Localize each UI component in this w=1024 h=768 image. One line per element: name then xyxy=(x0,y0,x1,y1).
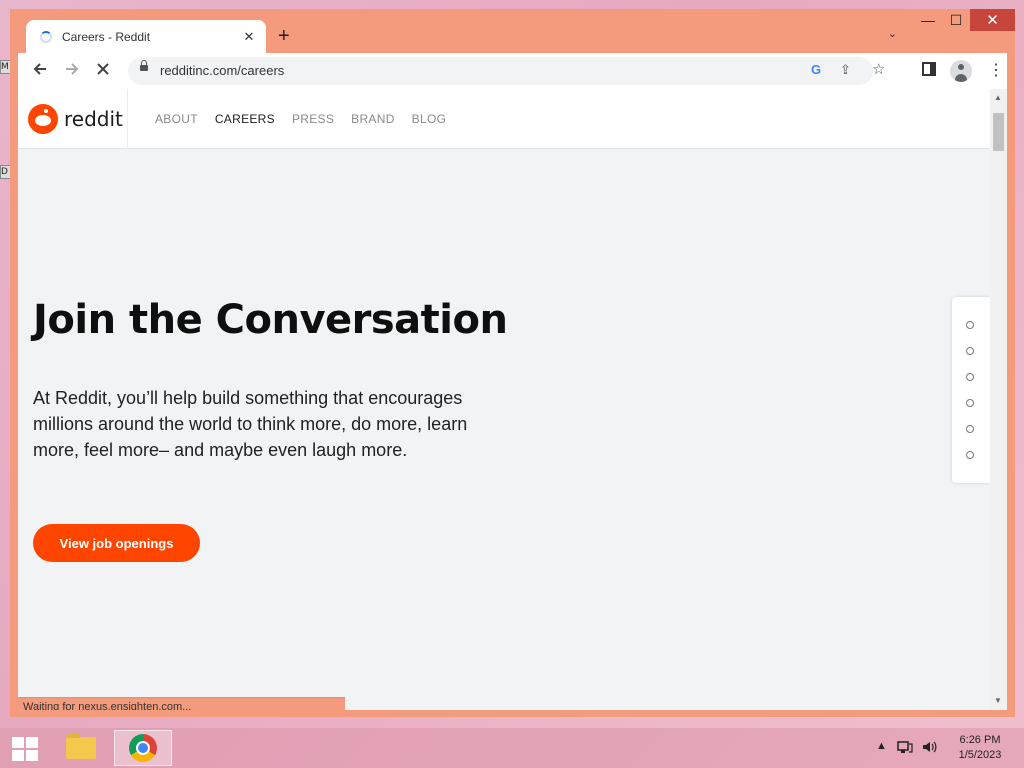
hero-description: At Reddit, you’ll help build something t… xyxy=(33,388,468,460)
new-tab-button[interactable]: + xyxy=(278,26,290,46)
site-nav: ABOUT CAREERS PRESS BRAND BLOG xyxy=(155,112,446,126)
page-scrollbar[interactable]: ▲ ▼ xyxy=(990,89,1007,710)
site-header: reddit ABOUT CAREERS PRESS BRAND BLOG xyxy=(18,89,990,149)
nav-brand[interactable]: BRAND xyxy=(351,112,395,126)
nav-careers[interactable]: CAREERS xyxy=(215,112,275,126)
slide-dot[interactable] xyxy=(966,321,974,329)
chrome-icon xyxy=(129,734,157,762)
windows-logo-icon xyxy=(26,750,38,761)
share-icon[interactable]: ⇪ xyxy=(840,62,851,78)
tab-close-icon[interactable]: ✕ xyxy=(238,29,260,45)
snoo-logo-icon xyxy=(28,104,58,134)
browser-window: — ☐ ✕ Careers - Reddit ✕ + ⌄ redditinc.c… xyxy=(10,9,1015,717)
scrollbar-thumb[interactable] xyxy=(993,113,1004,151)
browser-toolbar: redditinc.com/careers G ⇪ ☆ ⋮ xyxy=(18,53,1007,89)
folder-icon xyxy=(66,733,96,759)
lock-icon[interactable] xyxy=(140,60,148,71)
hero-title: Join the Conversation xyxy=(33,297,508,343)
stop-loading-button[interactable] xyxy=(96,61,110,81)
close-icon xyxy=(97,63,109,75)
file-explorer-taskbar-button[interactable] xyxy=(52,730,110,766)
url-text[interactable]: redditinc.com/careers xyxy=(160,63,284,78)
system-clock[interactable]: 6:26 PM 1/5/2023 xyxy=(945,733,1015,763)
scroll-down-arrow-icon[interactable]: ▼ xyxy=(994,696,1002,705)
header-divider xyxy=(127,89,128,148)
slide-dot[interactable] xyxy=(966,399,974,407)
nav-blog[interactable]: BLOG xyxy=(412,112,447,126)
view-job-openings-button[interactable]: View job openings xyxy=(33,524,200,562)
forward-button[interactable] xyxy=(64,61,80,82)
arrow-right-icon xyxy=(66,63,79,75)
clock-date: 1/5/2023 xyxy=(958,749,1002,761)
more-menu-icon[interactable]: ⋮ xyxy=(988,60,1004,80)
page-viewport: reddit ABOUT CAREERS PRESS BRAND BLOG Jo… xyxy=(18,89,1007,710)
volume-icon[interactable] xyxy=(921,740,937,757)
side-panel-icon[interactable] xyxy=(922,62,936,79)
address-bar[interactable]: redditinc.com/careers G ⇪ ☆ xyxy=(128,57,885,85)
arrow-left-icon xyxy=(33,63,46,75)
windows-logo-icon xyxy=(26,737,38,748)
window-controls: — ☐ ✕ xyxy=(914,9,1015,33)
google-translate-icon[interactable]: G xyxy=(811,62,821,77)
status-bar: Waiting for nexus.ensighten.com... xyxy=(18,697,345,710)
bookmark-star-icon[interactable]: ☆ xyxy=(872,60,885,78)
clock-time: 6:26 PM xyxy=(959,734,1001,746)
nav-about[interactable]: ABOUT xyxy=(155,112,198,126)
taskbar: ▲ 6:26 PM 1/5/2023 xyxy=(0,728,1024,768)
slide-dot[interactable] xyxy=(966,451,974,459)
slide-navigation xyxy=(952,297,990,483)
close-window-button[interactable]: ✕ xyxy=(970,9,1015,31)
nav-press[interactable]: PRESS xyxy=(292,112,334,126)
slide-dot[interactable] xyxy=(966,373,974,381)
slide-dot[interactable] xyxy=(966,425,974,433)
maximize-button[interactable]: ☐ xyxy=(942,9,970,31)
minimize-button[interactable]: — xyxy=(914,9,942,31)
windows-logo-icon xyxy=(12,737,24,748)
tab-search-button[interactable]: ⌄ xyxy=(888,27,897,40)
tab-careers[interactable]: Careers - Reddit ✕ xyxy=(26,20,266,54)
slide-dot[interactable] xyxy=(966,347,974,355)
loading-spinner-icon xyxy=(40,31,52,43)
tab-title: Careers - Reddit xyxy=(62,30,151,44)
chrome-taskbar-button[interactable] xyxy=(114,730,172,766)
network-icon[interactable] xyxy=(897,740,913,757)
profile-avatar-icon[interactable] xyxy=(950,60,972,82)
start-button[interactable] xyxy=(12,737,38,761)
reddit-logo[interactable]: reddit xyxy=(28,104,123,134)
windows-logo-icon xyxy=(12,750,24,761)
logo-text: reddit xyxy=(64,107,123,131)
show-hidden-icons-icon[interactable]: ▲ xyxy=(876,740,887,752)
scroll-up-arrow-icon[interactable]: ▲ xyxy=(994,93,1002,102)
back-button[interactable] xyxy=(32,61,48,82)
